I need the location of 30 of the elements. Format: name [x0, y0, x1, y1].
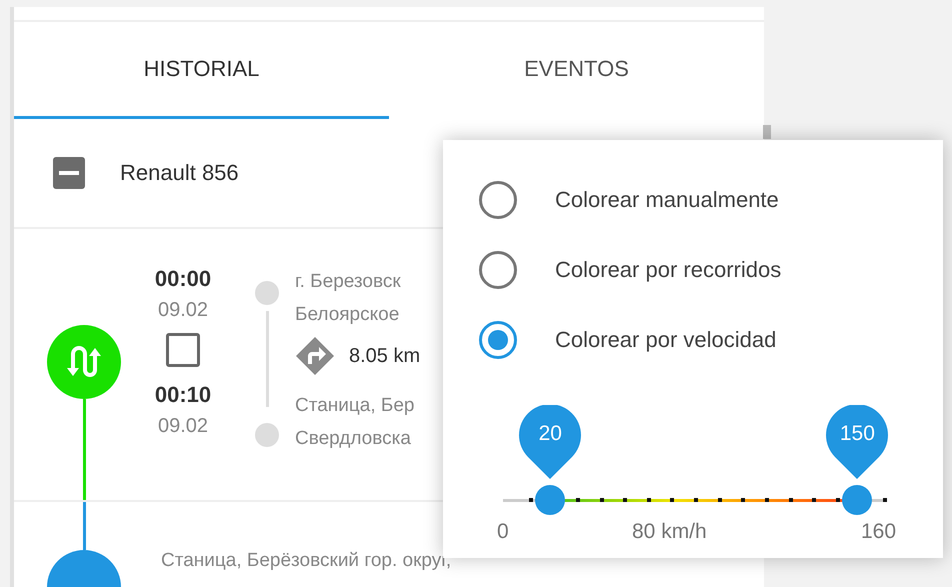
value-tooltip: 20	[518, 405, 582, 479]
end-time: 00:10	[154, 381, 212, 409]
slider-handle[interactable]	[842, 485, 872, 515]
value-tooltip: 150	[825, 405, 890, 479]
scale-label: 0	[497, 520, 509, 544]
checkbox[interactable]	[53, 157, 85, 189]
scrollbar-thumb[interactable]	[763, 125, 771, 139]
radio-option[interactable]: Colorear por recorridos	[479, 235, 782, 305]
route-turn-icon	[295, 336, 335, 376]
scale-label: 80 km/h	[632, 520, 707, 544]
vehicle-name: Renault 856	[120, 160, 239, 186]
start-address: г. Березовск	[295, 270, 402, 294]
scale-label: 160	[861, 520, 896, 544]
end-address: Станица, Бер	[295, 394, 416, 418]
distance: 8.05 km	[349, 344, 420, 368]
end-date: 09.02	[158, 414, 208, 439]
end-dot	[255, 423, 279, 447]
checkbox[interactable]	[166, 333, 200, 367]
timeline-line	[82, 502, 86, 550]
tab[interactable]: HISTORIAL	[14, 22, 389, 119]
radio-option[interactable]: Colorear por velocidad	[479, 305, 776, 375]
start-time: 00:00	[154, 265, 212, 293]
start-date: 09.02	[158, 298, 208, 323]
slider-handle[interactable]	[535, 485, 566, 515]
start-address: Белоярское	[295, 303, 400, 327]
radio-option[interactable]: Colorear manualmente	[479, 165, 779, 235]
start-dot	[255, 281, 279, 305]
end-address: Свердловска	[295, 427, 412, 451]
stop-address: Станица, Берёзовский гор. округ,	[161, 550, 452, 573]
tab[interactable]: EVENTOS	[389, 22, 764, 119]
